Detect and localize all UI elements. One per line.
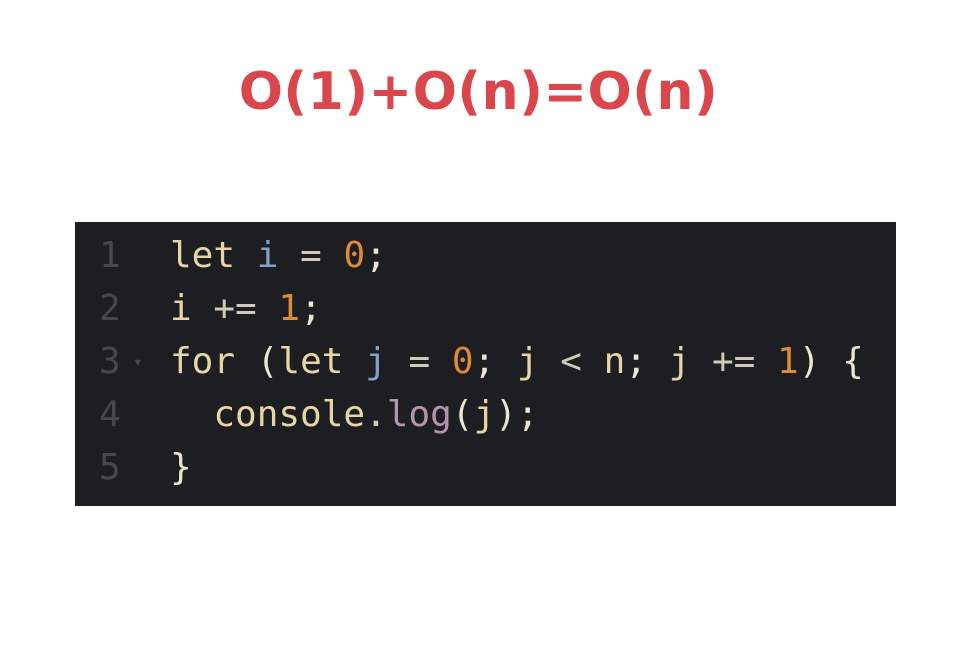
punctuation-token: ;: [365, 235, 387, 276]
number-token: 0: [343, 235, 366, 276]
code-editor[interactable]: 1 let i = 0; 2 i += 1; 3 ▾ for (let j = …: [75, 222, 896, 506]
punctuation-token: );: [495, 394, 539, 435]
number-token: 1: [278, 288, 301, 329]
identifier-token: j: [516, 341, 539, 382]
punctuation-token: (: [235, 341, 279, 382]
caret-down-icon[interactable]: ▾: [133, 335, 143, 388]
line-number: 3: [99, 341, 121, 382]
operator-token: +=: [690, 341, 778, 382]
variable-token: i: [256, 235, 279, 276]
indent-token: [170, 394, 213, 435]
punctuation-token: .: [365, 394, 387, 435]
identifier-token: n: [603, 341, 626, 382]
punctuation-token: }: [170, 447, 192, 488]
number-token: 0: [451, 341, 474, 382]
line-number: 2: [99, 288, 121, 329]
operator-token: =: [278, 235, 344, 276]
code-line-3: 3 ▾ for (let j = 0; j < n; j += 1) {: [75, 335, 896, 388]
identifier-token: j: [668, 341, 691, 382]
punctuation-token: ) {: [798, 341, 864, 382]
variable-token: j: [365, 341, 387, 382]
line-number: 5: [99, 447, 121, 488]
operator-token: <: [538, 341, 604, 382]
punctuation-token: ;: [300, 288, 322, 329]
line-number: 1: [99, 235, 121, 276]
keyword-token: for: [170, 341, 236, 382]
keyword-token: let: [170, 235, 236, 276]
function-token: log: [386, 394, 452, 435]
punctuation-token: ;: [625, 341, 669, 382]
code-text: console.log(j);: [170, 388, 539, 441]
operator-token: +=: [191, 288, 279, 329]
code-line-1: 1 let i = 0;: [75, 229, 896, 282]
code-line-4: 4 console.log(j);: [75, 388, 896, 441]
punctuation-token: (: [451, 394, 474, 435]
operator-token: =: [386, 341, 452, 382]
code-text: i += 1;: [170, 282, 322, 335]
complexity-formula: O(1)+O(n)=O(n): [238, 62, 719, 122]
keyword-token: let: [278, 341, 344, 382]
code-text: }: [170, 441, 192, 494]
object-token: console: [213, 394, 366, 435]
line-number: 4: [99, 394, 121, 435]
punctuation-token: ;: [473, 341, 517, 382]
identifier-token: j: [473, 394, 496, 435]
code-line-2: 2 i += 1;: [75, 282, 896, 335]
identifier-token: i: [170, 288, 192, 329]
number-token: 1: [777, 341, 799, 382]
code-text: for (let j = 0; j < n; j += 1) {: [170, 335, 864, 388]
code-line-5: 5 }: [75, 441, 896, 494]
code-text: let i = 0;: [170, 229, 387, 282]
